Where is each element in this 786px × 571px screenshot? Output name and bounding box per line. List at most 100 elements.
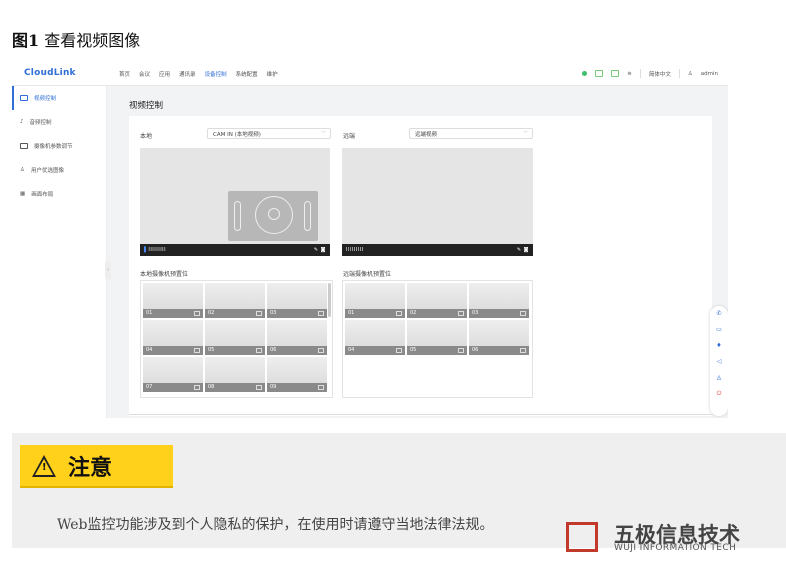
- nav-device-control[interactable]: 设备控制: [205, 70, 227, 78]
- monitor-icon[interactable]: ▭: [710, 322, 728, 338]
- logo-mark-icon: [566, 522, 598, 552]
- share-icon[interactable]: [611, 70, 620, 77]
- remote-source-select[interactable]: 远端视频 ﹀: [409, 128, 533, 139]
- user-name[interactable]: admin: [701, 71, 718, 77]
- user-icon[interactable]: ♙: [688, 71, 693, 77]
- local-video-bar: ▌IIIIIIIII ✎ ◙: [140, 244, 330, 256]
- chevron-down-icon: ﹀: [320, 131, 326, 137]
- edit-icon[interactable]: [194, 348, 200, 353]
- sidebar: 视频控制 ♪ 音频控制 摄像机参数调节 ♙ 用户优选图像 ▦ 画面布局: [12, 86, 107, 418]
- bell-icon[interactable]: ◬: [710, 370, 728, 386]
- remote-presets-title: 远端摄像机预置位: [343, 271, 392, 278]
- nav-home[interactable]: 首页: [119, 70, 130, 78]
- local-presets-grid: 01 02 03 04 05 06 07 08 09: [140, 280, 333, 398]
- edit-icon[interactable]: [396, 311, 402, 316]
- divider: [129, 414, 712, 415]
- language-select[interactable]: 简体中文: [649, 70, 671, 78]
- preset-tile[interactable]: 06: [267, 320, 327, 355]
- mic-icon[interactable]: ♦: [710, 338, 728, 354]
- wifi-icon[interactable]: ≋: [627, 71, 632, 77]
- edit-icon[interactable]: [318, 311, 324, 316]
- preset-tile[interactable]: 03: [267, 283, 327, 318]
- edit-icon[interactable]: [458, 311, 464, 316]
- divider: [639, 69, 641, 78]
- edit-icon[interactable]: [194, 385, 200, 390]
- preset-tile[interactable]: 01: [345, 283, 405, 318]
- logo: CloudLink: [24, 68, 76, 78]
- page-title: 视频控制: [129, 101, 164, 111]
- scrollbar[interactable]: [328, 283, 331, 317]
- edit-icon[interactable]: [256, 348, 262, 353]
- speaker-icon[interactable]: ◁: [710, 354, 728, 370]
- focus-control[interactable]: [304, 201, 311, 231]
- ptz-control-panel[interactable]: [228, 191, 318, 241]
- ptz-center-button[interactable]: [268, 208, 280, 220]
- sidebar-item-audio-control[interactable]: ♪ 音频控制: [12, 110, 106, 134]
- remote-label: 远端: [343, 133, 356, 140]
- divider: [678, 69, 680, 78]
- snapshot-icon[interactable]: ◙: [524, 247, 529, 253]
- preset-tile[interactable]: 05: [205, 320, 265, 355]
- edit-icon[interactable]: [396, 348, 402, 353]
- local-presets-title: 本地摄像机预置位: [140, 271, 189, 278]
- preset-tile[interactable]: 04: [143, 320, 203, 355]
- top-right-tools: ≋ 简体中文 ♙ admin: [582, 69, 718, 78]
- snapshot-icon[interactable]: ◙: [321, 247, 326, 253]
- pen-icon[interactable]: ✎: [517, 247, 522, 253]
- top-bar: CloudLink 首页 会议 应用 通讯录 设备控制 系统配置 维护 ≋ 简体…: [12, 62, 728, 86]
- preset-tile[interactable]: 05: [407, 320, 467, 355]
- mic-icon: ♪: [20, 119, 24, 125]
- edit-icon[interactable]: [520, 348, 526, 353]
- edit-icon[interactable]: [458, 348, 464, 353]
- chevron-down-icon: ﹀: [522, 131, 528, 137]
- remote-video-bar: IIIIIIIII ✎ ◙: [342, 244, 533, 256]
- status-dot-icon: [582, 71, 588, 76]
- preset-tile[interactable]: 08: [205, 357, 265, 392]
- floating-toolbar: ✆ ▭ ♦ ◁ ◬ ⏻: [710, 306, 728, 416]
- sidebar-item-camera-params[interactable]: 摄像机参数调节: [12, 134, 106, 158]
- edit-icon[interactable]: [318, 348, 324, 353]
- preset-tile[interactable]: 03: [469, 283, 529, 318]
- sidebar-item-layout[interactable]: ▦ 画面布局: [12, 182, 106, 206]
- remote-video[interactable]: IIIIIIIII ✎ ◙: [342, 148, 533, 256]
- power-icon[interactable]: ⏻: [710, 386, 728, 402]
- notice-text: Web监控功能涉及到个人隐私的保护，在使用时请遵守当地法律法规。: [57, 517, 494, 533]
- preset-tile[interactable]: 07: [143, 357, 203, 392]
- phone-icon[interactable]: ✆: [710, 306, 728, 322]
- app-screenshot: CloudLink 首页 会议 应用 通讯录 设备控制 系统配置 维护 ≋ 简体…: [12, 62, 728, 418]
- layout-icon: ▦: [20, 191, 26, 197]
- sidebar-item-video-control[interactable]: 视频控制: [12, 86, 106, 110]
- preset-tile[interactable]: 06: [469, 320, 529, 355]
- preset-tile[interactable]: 01: [143, 283, 203, 318]
- warning-icon: !: [32, 454, 56, 477]
- pen-icon[interactable]: ✎: [314, 247, 319, 253]
- remote-presets-grid: 01 02 03 04 05 06: [342, 280, 533, 398]
- sidebar-collapse-button[interactable]: ‹: [105, 260, 111, 280]
- edit-icon[interactable]: [520, 311, 526, 316]
- edit-icon[interactable]: [256, 385, 262, 390]
- local-label: 本地: [140, 133, 153, 140]
- nav-meeting[interactable]: 会议: [139, 70, 150, 78]
- screen-icon[interactable]: [595, 70, 604, 77]
- edit-icon[interactable]: [318, 385, 324, 390]
- watermark-logo: 五极信息技术 WUJI INFORMATION TECH: [566, 517, 756, 557]
- zoom-control[interactable]: [234, 201, 241, 231]
- preset-tile[interactable]: 02: [407, 283, 467, 318]
- edit-icon[interactable]: [194, 311, 200, 316]
- camera-settings-icon: [20, 143, 28, 149]
- user-icon: ♙: [20, 167, 25, 173]
- local-source-select[interactable]: CAM IN (本地视频) ﹀: [207, 128, 331, 139]
- preset-tile[interactable]: 02: [205, 283, 265, 318]
- preset-tile[interactable]: 09: [267, 357, 327, 392]
- local-video[interactable]: ▌IIIIIIIII ✎ ◙: [140, 148, 330, 256]
- nav-apps[interactable]: 应用: [159, 70, 170, 78]
- nav-contacts[interactable]: 通讯录: [179, 70, 196, 78]
- preset-tile[interactable]: 04: [345, 320, 405, 355]
- sidebar-item-user-image[interactable]: ♙ 用户优选图像: [12, 158, 106, 182]
- nav-maintenance[interactable]: 维护: [267, 70, 278, 78]
- figure-caption: 图1 查看视频图像: [12, 31, 141, 50]
- main-nav: 首页 会议 应用 通讯录 设备控制 系统配置 维护: [119, 70, 278, 78]
- nav-system-config[interactable]: 系统配置: [236, 70, 258, 78]
- edit-icon[interactable]: [256, 311, 262, 316]
- warning-badge: ! 注意: [20, 445, 173, 488]
